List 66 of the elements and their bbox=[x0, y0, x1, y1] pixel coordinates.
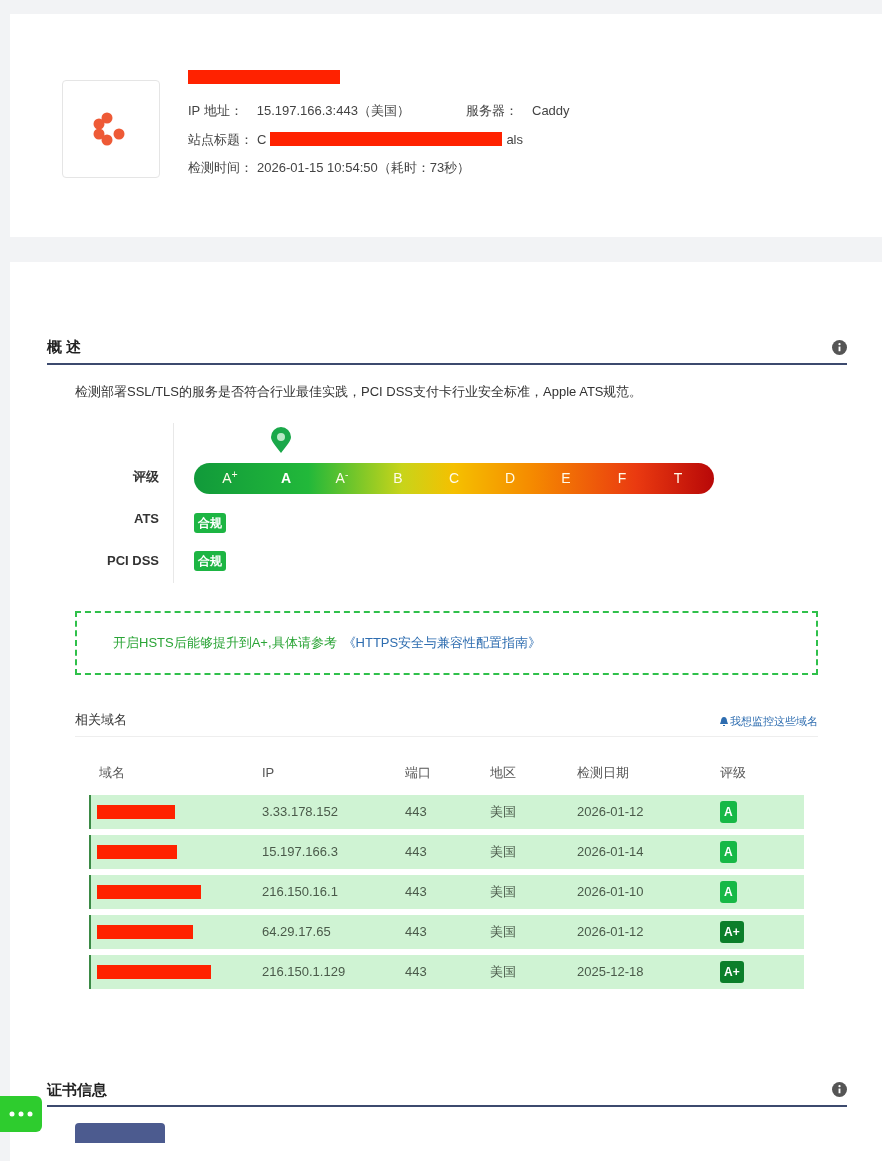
table-cell-text: 2026-01-14 bbox=[577, 842, 645, 861]
grade-label: F bbox=[616, 469, 628, 488]
table-cell-text: 美国 bbox=[490, 962, 517, 981]
table-cell-text: 216.150.16.1 bbox=[262, 882, 339, 901]
table-cell-text: 64.29.17.65 bbox=[262, 922, 332, 941]
description: 检测部署SSL/TLS的服务是否符合行业最佳实践，PCI DSS支付卡行业安全标准，Apple ATS规范。 bbox=[75, 382, 644, 401]
table-cell-text: 443 bbox=[405, 922, 428, 941]
grade-label: A bbox=[279, 469, 293, 488]
field-label: 检测时间： bbox=[188, 159, 253, 177]
field-value: 2026-01-15 10:54:50（耗时：73秒） bbox=[257, 159, 471, 177]
subsection-title: 相关域名 bbox=[75, 711, 127, 729]
column-header: 检测日期 bbox=[577, 763, 630, 782]
grade-badge: A+ bbox=[720, 960, 744, 983]
field-value: Caddy bbox=[532, 102, 570, 120]
column-header: 域名 bbox=[98, 763, 126, 782]
info-icon[interactable] bbox=[832, 339, 847, 355]
grade-label: T bbox=[672, 469, 684, 488]
more-icon bbox=[9, 1111, 33, 1117]
table-cell-text: 美国 bbox=[490, 802, 517, 821]
grade-label: D bbox=[503, 469, 517, 488]
field-value: als bbox=[506, 130, 523, 149]
table-cell-text: 443 bbox=[405, 802, 428, 821]
guide-link[interactable]: 《HTTPS安全与兼容性配置指南》 bbox=[342, 633, 542, 653]
table-cell-text: 美国 bbox=[490, 882, 517, 901]
section-title: 证书信息 bbox=[47, 1079, 107, 1100]
compliance-badge: 合规 bbox=[194, 513, 226, 533]
table-cell-text: 美国 bbox=[490, 842, 517, 861]
grade-badge: A+ bbox=[720, 920, 744, 943]
field-value: C bbox=[257, 130, 267, 149]
compliance-label: PCI DSS bbox=[107, 552, 159, 569]
table-cell-text: 443 bbox=[405, 842, 428, 861]
column-header: 评级 bbox=[720, 763, 747, 782]
field-label: 服务器： bbox=[466, 102, 518, 120]
table-cell-text: 2026-01-10 bbox=[577, 882, 645, 901]
column-header: 端口 bbox=[405, 763, 432, 782]
monitor-link[interactable]: 我想监控这些域名 bbox=[720, 713, 818, 730]
tip-text: 开启HSTS后能够提升到A+,具体请参考 bbox=[113, 634, 337, 653]
bell-icon bbox=[720, 716, 728, 726]
column-header: 地区 bbox=[490, 763, 517, 782]
compliance-badge: 合规 bbox=[194, 551, 226, 571]
grade-badge: A bbox=[720, 840, 737, 863]
field-label: IP 地址： bbox=[188, 102, 243, 120]
table-cell-text: 2026-01-12 bbox=[577, 922, 645, 941]
table-cell-text: 3.33.178.152 bbox=[262, 802, 339, 821]
grade-badge: A bbox=[720, 880, 737, 903]
table-cell-text: 15.197.166.3 bbox=[262, 842, 339, 861]
table-cell-text: 美国 bbox=[490, 922, 517, 941]
location-pin-icon bbox=[270, 427, 291, 453]
table-cell-text: 2025-12-18 bbox=[577, 962, 645, 981]
field-label: 站点标题： bbox=[188, 130, 253, 149]
info-icon[interactable] bbox=[832, 1082, 847, 1098]
grade-label: B bbox=[392, 469, 404, 488]
column-header: IP bbox=[262, 763, 276, 782]
grade-label: A$^{+}$ bbox=[221, 468, 239, 488]
grade-label: C bbox=[447, 469, 461, 488]
compliance-label: ATS bbox=[133, 510, 159, 527]
grade-badge: A bbox=[720, 800, 737, 823]
rating-label: 评级 bbox=[133, 468, 159, 485]
table-cell-text: 216.150.1.129 bbox=[262, 962, 347, 981]
table-cell-text: 443 bbox=[405, 882, 428, 901]
grade-label: A$^{-}$ bbox=[334, 468, 350, 488]
field-value: 15.197.166.3:443（美国） bbox=[256, 102, 410, 120]
table-cell-text: 443 bbox=[405, 962, 428, 981]
section-title: 概 述 bbox=[47, 337, 82, 357]
grade-label: E bbox=[560, 469, 572, 488]
table-cell-text: 2026-01-12 bbox=[577, 802, 645, 821]
